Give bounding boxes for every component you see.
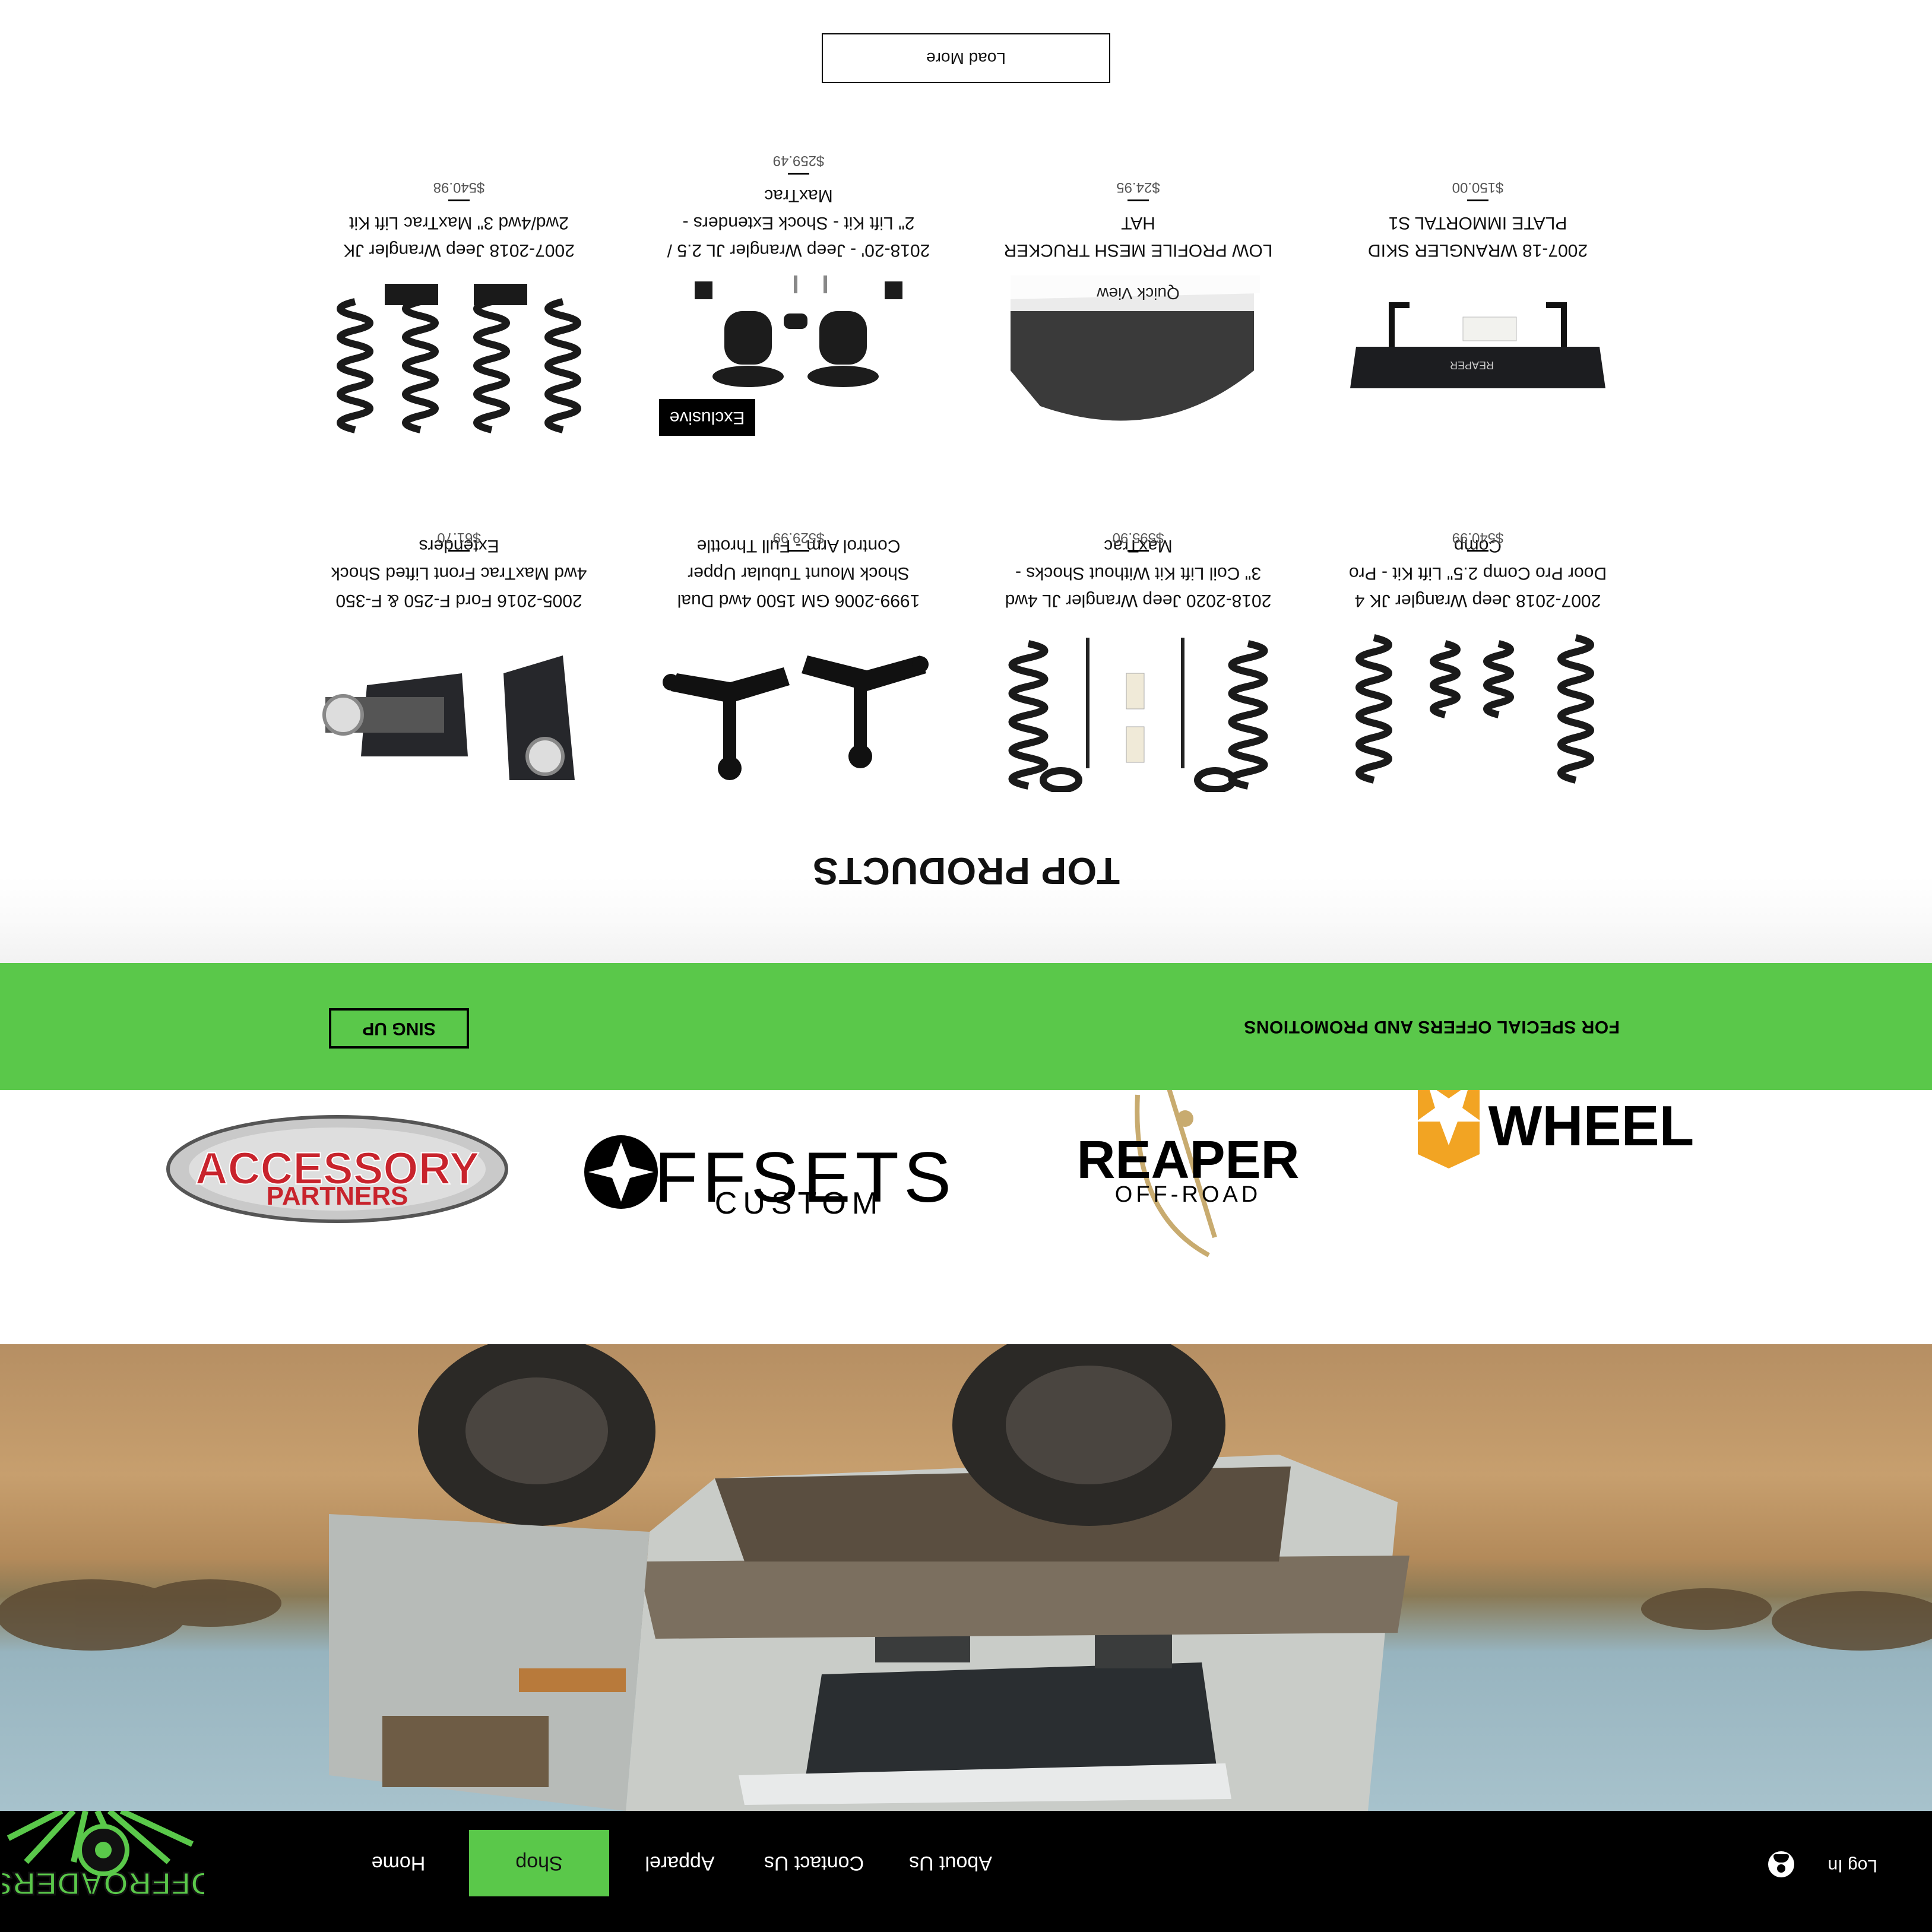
promo-text: FOR SPECIAL OFFERS AND PROMOTIONS <box>1243 1017 1620 1037</box>
product-title[interactable]: LOW PROFILE MESH TRUCKER HAT <box>999 209 1278 264</box>
offroaders-logo[interactable]: OFFROADERS <box>0 1808 217 1927</box>
product-price: $61.70 <box>437 530 481 546</box>
nav-home[interactable]: Home <box>348 1830 449 1896</box>
product-image[interactable] <box>999 626 1278 792</box>
signup-button[interactable]: SING UP <box>329 1008 469 1049</box>
title-separator <box>1467 550 1488 552</box>
user-avatar-icon <box>1768 1851 1794 1877</box>
login-button[interactable]: Log In <box>1754 1811 1932 1932</box>
svg-text:CUSTOM: CUSTOM <box>715 1186 883 1221</box>
product-image[interactable]: REAPER <box>1338 275 1617 442</box>
product-card[interactable]: Quick View LOW PROFILE MESH TRUCKER HAT … <box>999 179 1278 442</box>
page: Log In About Us Contact Us Apparel Shop … <box>0 0 1932 1932</box>
product-image[interactable] <box>1338 626 1617 792</box>
promo-banner: FOR SPECIAL OFFERS AND PROMOTIONS SING U… <box>0 963 1932 1090</box>
section-title: TOP PRODUCTS <box>812 850 1120 892</box>
signup-label: SING UP <box>362 1019 436 1038</box>
product-image[interactable]: Exclusive <box>659 275 938 442</box>
nav-label: Home <box>371 1852 426 1875</box>
title-separator <box>788 173 809 175</box>
nav-contact-us[interactable]: Contact Us <box>752 1830 876 1896</box>
product-price: $150.00 <box>1452 179 1504 195</box>
product-card[interactable]: 2007-2018 Jeep Wrangler JK 4 Door Pro Co… <box>1338 530 1617 792</box>
nav-label: Apparel <box>645 1852 715 1875</box>
title-separator <box>1127 550 1149 552</box>
nav-label: Contact Us <box>764 1852 864 1875</box>
nav-about-us[interactable]: About Us <box>894 1830 1007 1896</box>
product-image[interactable] <box>659 626 938 792</box>
product-card[interactable]: REAPER 2007-18 WRANGLER SKID PLATE IMMOR… <box>1338 179 1617 442</box>
svg-text:WHEEL: WHEEL <box>1488 1094 1695 1158</box>
product-image[interactable]: Quick View <box>999 275 1278 442</box>
exclusive-badge: Exclusive <box>659 399 755 436</box>
product-price: $529.99 <box>772 530 825 546</box>
product-image[interactable] <box>319 626 598 792</box>
product-price: $24.95 <box>1116 179 1160 195</box>
product-price: $540.98 <box>433 179 485 195</box>
title-separator <box>448 199 470 201</box>
nav-apparel[interactable]: Apparel <box>629 1830 730 1896</box>
title-separator <box>1467 199 1488 201</box>
product-card[interactable]: 2007-2018 Jeep Wrangler JK 2wd/4wd 3" Ma… <box>319 179 598 442</box>
load-more-label: Load More <box>926 49 1006 68</box>
product-title[interactable]: 2007-2018 Jeep Wrangler JK 2wd/4wd 3" Ma… <box>319 209 598 264</box>
nav-label: Shop <box>515 1852 563 1875</box>
svg-text:PARTNERS: PARTNERS <box>267 1182 408 1211</box>
brand-logo-accessory-partners[interactable]: ACCESSORY PARTNERS <box>165 1113 509 1225</box>
product-title[interactable]: 2007-18 WRANGLER SKID PLATE IMMORTAL S1 <box>1338 209 1617 264</box>
title-separator <box>788 550 809 552</box>
product-title[interactable]: 2018-20' - Jeep Wrangler JL 2.5 / 2" Lif… <box>659 182 938 264</box>
hero-image <box>0 1344 1932 1811</box>
title-separator <box>1127 199 1149 201</box>
nav-label: About Us <box>909 1852 992 1875</box>
svg-text:OFF-ROAD: OFF-ROAD <box>1115 1182 1261 1207</box>
brand-logo-offsets-custom[interactable]: FFSETS CUSTOM <box>574 1107 977 1237</box>
load-more-button[interactable]: Load More <box>822 33 1110 83</box>
product-price: $540.99 <box>1452 530 1504 546</box>
quick-view-button[interactable]: Quick View <box>999 275 1278 311</box>
product-image[interactable] <box>319 275 598 442</box>
svg-text:REAPER: REAPER <box>1076 1130 1299 1190</box>
svg-text:REAPER: REAPER <box>1450 359 1494 371</box>
brand-logo-reaper[interactable]: REAPER OFF-ROAD <box>1049 1082 1328 1261</box>
brand-logos: WHEEL REAPER OFF-ROAD FFSETS CUSTOM ACCE… <box>0 1063 1932 1344</box>
product-card[interactable]: 2018-2020 Jeep Wrangler JL 4wd 3" Coil L… <box>999 530 1278 792</box>
login-label: Log In <box>1828 1856 1877 1876</box>
title-separator <box>448 550 470 552</box>
product-card[interactable]: 2005-2016 Ford F-250 & F-350 4wd MaxTrac… <box>319 530 598 792</box>
product-price: $595.90 <box>1112 530 1164 546</box>
product-price: $259.49 <box>772 153 825 169</box>
top-nav: Log In About Us Contact Us Apparel Shop … <box>0 1808 1932 1932</box>
product-card[interactable]: 1999-2006 GM 1500 4wd Dual Shock Mount T… <box>659 530 938 792</box>
product-card[interactable]: Exclusive 2018-20' - Jeep Wrangler JL 2.… <box>659 153 938 442</box>
nav-shop[interactable]: Shop <box>469 1830 609 1896</box>
